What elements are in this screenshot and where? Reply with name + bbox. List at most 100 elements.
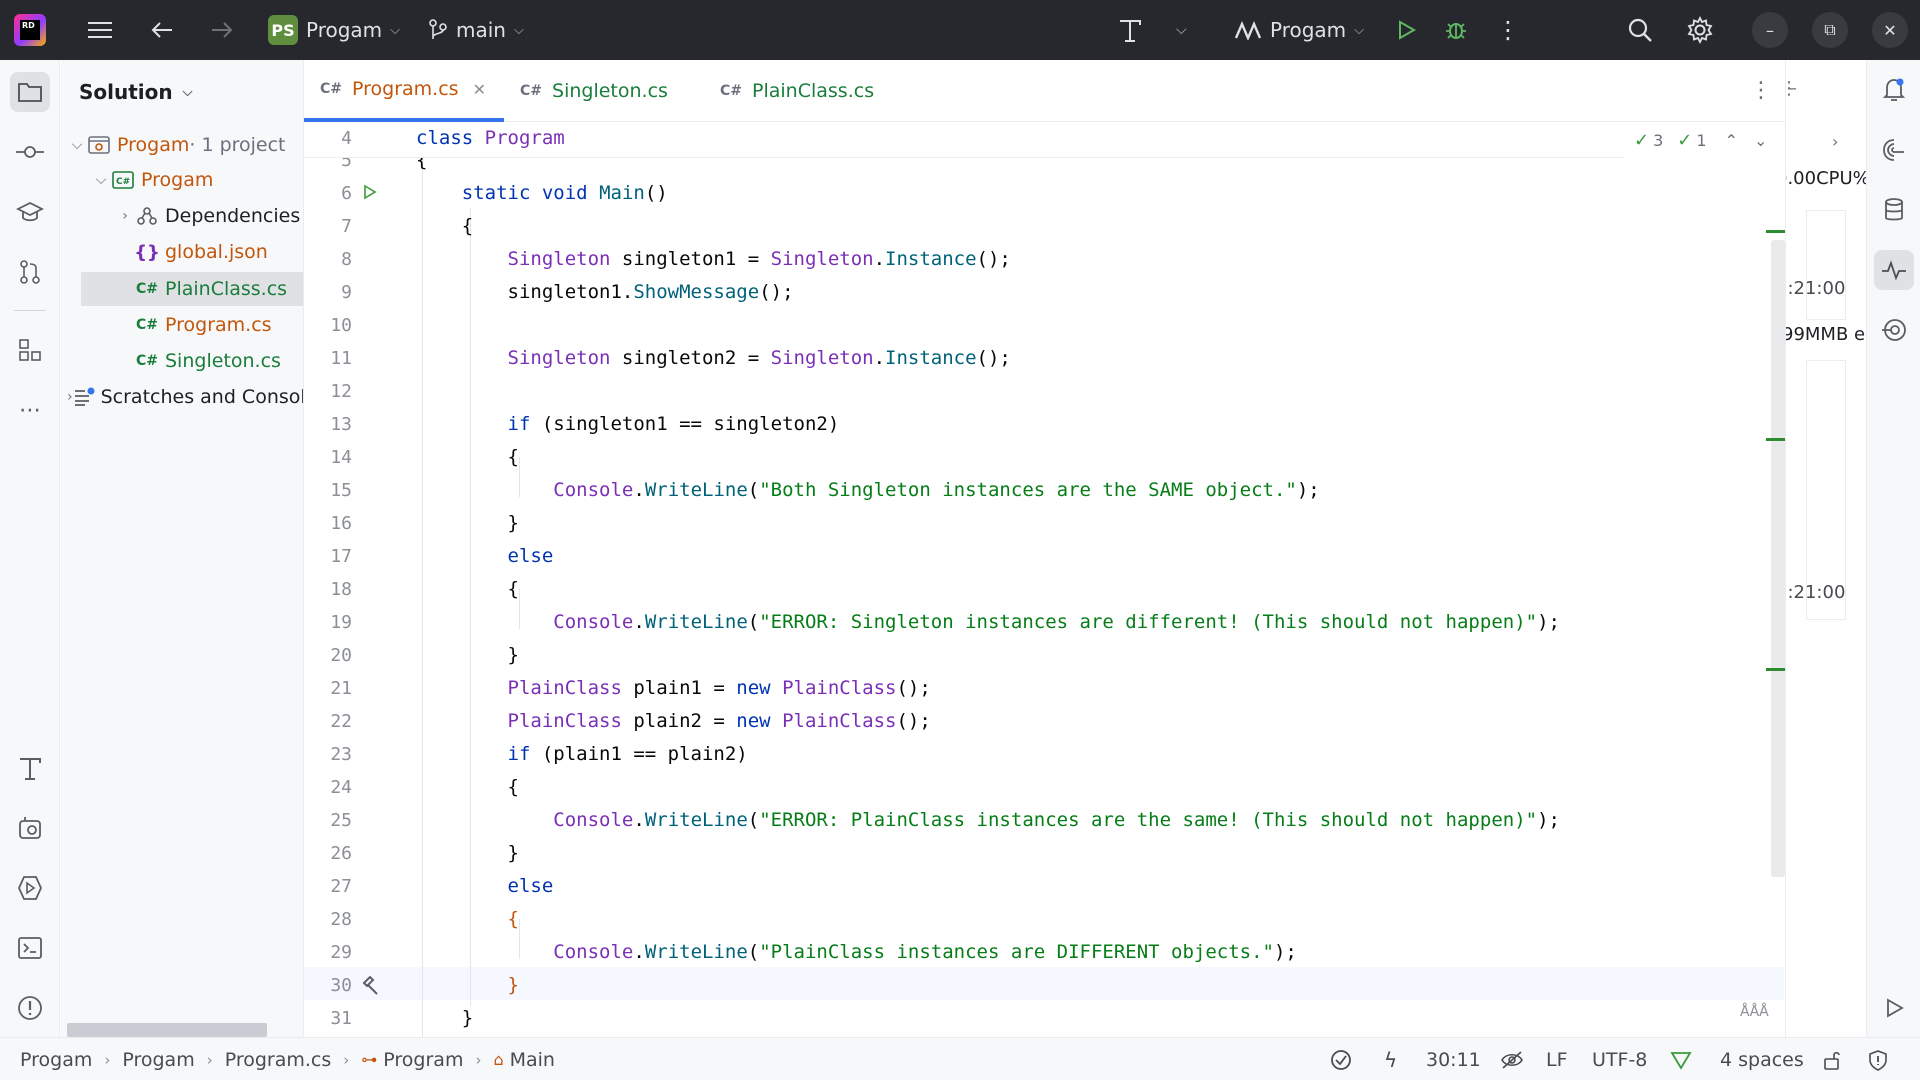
commit-icon[interactable]: [10, 132, 50, 172]
chevron-down-icon[interactable]: ⌵: [91, 172, 111, 188]
restore-window-icon[interactable]: ⧉: [1812, 12, 1848, 48]
inspection-status-icon[interactable]: [1330, 1038, 1352, 1080]
chevron-up-icon[interactable]: ⌃: [1725, 131, 1738, 150]
project-folder-icon[interactable]: [10, 72, 50, 112]
learn-graduation-cap-icon[interactable]: [10, 192, 50, 232]
back-arrow-icon[interactable]: [142, 0, 182, 60]
tab-plainclass-cs[interactable]: C# PlainClass.cs: [704, 60, 890, 122]
endpoints-icon[interactable]: [1874, 310, 1914, 350]
search-icon[interactable]: [1620, 0, 1660, 60]
change-marker[interactable]: [1766, 230, 1785, 233]
more-vertical-icon[interactable]: ⋮: [1488, 0, 1528, 60]
readonly-eye-icon[interactable]: [1500, 1038, 1524, 1080]
ai-assistant-icon[interactable]: [1874, 130, 1914, 170]
build-hammer-icon[interactable]: [10, 748, 50, 788]
solution-header[interactable]: Solution ⌵: [79, 80, 193, 104]
tree-item-solution[interactable]: ⌵ Progam · 1 project: [61, 128, 303, 162]
terminal-icon[interactable]: [10, 928, 50, 968]
settings-gear-icon[interactable]: [1680, 0, 1720, 60]
run-gutter-icon[interactable]: [362, 184, 378, 204]
change-marker[interactable]: [1766, 668, 1785, 671]
line-ending[interactable]: LF: [1546, 1038, 1568, 1080]
indent-setting[interactable]: 4 spaces: [1720, 1038, 1804, 1080]
code-line: Console.WriteLine("PlainClass instances …: [553, 941, 1297, 963]
services-icon[interactable]: [10, 808, 50, 848]
close-window-icon[interactable]: ✕: [1872, 12, 1908, 48]
tree-item-dependencies[interactable]: › Dependencies: [61, 199, 303, 233]
quick-fix-hammer-icon[interactable]: [360, 975, 380, 999]
build-options-chevron-icon[interactable]: ⌵: [1176, 0, 1187, 60]
run-services-icon[interactable]: [10, 868, 50, 908]
branch-widget[interactable]: main ⌵: [428, 0, 524, 60]
solution-title: Solution: [79, 80, 173, 104]
tree-item-scratches[interactable]: › Scratches and Consoles: [61, 380, 303, 414]
breadcrumb-item[interactable]: Progam: [122, 1049, 194, 1071]
structure-icon[interactable]: [10, 330, 50, 370]
tree-item-plainclass[interactable]: C# PlainClass.cs: [81, 272, 303, 306]
line-number: 8: [341, 249, 352, 270]
code-line: Singleton singleton2 = Singleton.Instanc…: [507, 347, 1011, 369]
inspections-widget[interactable]: ✓ 3 ✓ 1 ⌃ ⌄: [1634, 130, 1767, 151]
run-play-icon[interactable]: [1386, 0, 1426, 60]
unlock-icon[interactable]: [1822, 1038, 1842, 1080]
minimize-icon[interactable]: –: [1752, 12, 1788, 48]
string-literal: "ERROR: Singleton instances are differen…: [759, 611, 1538, 633]
performance-monitor-icon[interactable]: [1874, 250, 1914, 290]
chevron-down-icon[interactable]: ⌵: [67, 137, 87, 153]
forward-arrow-icon[interactable]: [202, 0, 242, 60]
inspection-count: 1: [1696, 131, 1707, 150]
tree-item-program[interactable]: C# Program.cs: [61, 308, 303, 342]
tree-item-project[interactable]: ⌵ C# Progam: [61, 163, 303, 197]
line-number: 31: [330, 1008, 352, 1029]
project-badge: PS: [268, 15, 298, 45]
chevron-down-icon[interactable]: ⌄: [1754, 131, 1767, 150]
line-number: 7: [341, 216, 352, 237]
line-number: 16: [330, 513, 352, 534]
project-widget[interactable]: PS Progam ⌵: [268, 0, 400, 60]
rider-logo-icon[interactable]: RD: [14, 14, 46, 46]
svg-text:C#: C#: [116, 177, 130, 187]
horizontal-scrollbar[interactable]: [67, 1023, 267, 1037]
shield-icon[interactable]: [1868, 1038, 1888, 1080]
sticky-class-header[interactable]: 4 class Program: [304, 122, 1624, 158]
debug-bug-icon[interactable]: [1436, 0, 1476, 60]
code-line: PlainClass plain1 = new PlainClass();: [507, 677, 931, 699]
close-icon[interactable]: ✕: [473, 80, 486, 99]
line-number: 4: [341, 128, 352, 149]
line-number: 25: [330, 810, 352, 831]
csharp-file-icon: C#: [720, 83, 743, 99]
more-vertical-icon[interactable]: ⋮: [1786, 78, 1798, 99]
notifications-bell-icon[interactable]: [1874, 70, 1914, 110]
tab-singleton-cs[interactable]: C# Singleton.cs: [504, 60, 684, 122]
main-menu-icon[interactable]: [80, 0, 120, 60]
code-line: Console.WriteLine("ERROR: Singleton inst…: [553, 611, 1560, 633]
breadcrumb-item[interactable]: Program: [383, 1049, 463, 1071]
tab-program-cs[interactable]: C# Program.cs ✕: [304, 60, 504, 122]
build-hammer-icon[interactable]: [1110, 0, 1150, 60]
caret-position[interactable]: 30:11: [1426, 1038, 1481, 1080]
editorconfig-icon[interactable]: [1670, 1038, 1692, 1080]
project-name: Progam: [306, 18, 383, 42]
tree-item-label: Program.cs: [165, 314, 272, 336]
chevron-right-icon: ›: [475, 1050, 482, 1069]
ai-status-icon[interactable]: ϟ: [1384, 1038, 1397, 1080]
code-editor[interactable]: 5 6 7 8 9 10 11 12 13 14 15 16 17 18 19 …: [304, 122, 1785, 1037]
more-tools-icon[interactable]: ⋯: [10, 390, 50, 430]
breadcrumb-item[interactable]: Program.cs: [225, 1049, 332, 1071]
tree-item-singleton[interactable]: C# Singleton.cs: [61, 344, 303, 378]
tree-item-global-json[interactable]: {} global.json: [61, 235, 303, 269]
database-icon[interactable]: [1874, 190, 1914, 230]
change-marker[interactable]: [1766, 438, 1785, 441]
tab-actions-more-icon[interactable]: ⋮: [1750, 78, 1772, 103]
run-configuration[interactable]: Progam ⌵: [1234, 0, 1364, 60]
vertical-scrollbar[interactable]: [1771, 240, 1785, 877]
chevron-right-icon[interactable]: ›: [115, 208, 135, 224]
file-encoding[interactable]: UTF-8: [1592, 1038, 1647, 1080]
run-play-icon[interactable]: [1874, 988, 1914, 1028]
reader-mode-icon[interactable]: ÅÅÅ: [1740, 1004, 1769, 1020]
pull-requests-icon[interactable]: [10, 252, 50, 292]
problems-icon[interactable]: [10, 988, 50, 1028]
breadcrumb-item[interactable]: Progam: [20, 1049, 92, 1071]
chevron-right-icon[interactable]: ›: [1832, 132, 1838, 151]
breadcrumb-item[interactable]: Main: [510, 1049, 555, 1071]
